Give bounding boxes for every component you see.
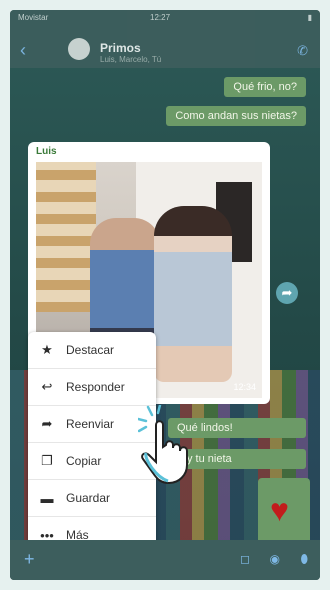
menu-item-destacar[interactable]: ★ Destacar xyxy=(28,332,156,369)
message-bubble[interactable]: Como andan sus nietas? xyxy=(166,106,306,126)
heart-icon: ♥ xyxy=(270,492,289,528)
star-icon: ★ xyxy=(41,342,53,357)
menu-item-label: Copiar xyxy=(66,454,102,468)
tap-hand-icon xyxy=(138,405,188,485)
copy-icon: ❐ xyxy=(41,453,53,468)
context-menu: ★ Destacar ↩ Responder ➦ Reenviar ❐ Copi… xyxy=(28,332,156,554)
compose-bar: + ◻ ◉ ⬮ xyxy=(10,540,320,580)
clock: 12:27 xyxy=(150,13,171,22)
photo-person xyxy=(154,206,232,382)
forward-shortcut-icon[interactable]: ➦ xyxy=(276,282,298,304)
add-call-icon[interactable]: ✆ xyxy=(297,43,308,59)
menu-item-label: Destacar xyxy=(66,343,115,357)
sticker-icon[interactable]: ◻ xyxy=(240,552,250,566)
chat-subtitle: Luis, Marcelo, Tú xyxy=(100,55,162,64)
forward-icon: ➦ xyxy=(41,416,53,431)
menu-item-guardar[interactable]: ▬ Guardar xyxy=(28,480,156,517)
chat-header: Movistar 12:27 ▮ ‹ Primos Luis, Marcelo,… xyxy=(10,10,320,68)
menu-item-label: Guardar xyxy=(66,491,111,505)
message-bubble[interactable]: Qué frio, no? xyxy=(224,77,306,97)
microphone-icon[interactable]: ⬮ xyxy=(300,552,308,567)
photo-shelf xyxy=(36,162,96,312)
heart-message[interactable]: ♥ xyxy=(258,478,310,544)
menu-item-responder[interactable]: ↩ Responder xyxy=(28,369,156,406)
menu-item-reenviar[interactable]: ➦ Reenviar xyxy=(28,406,156,443)
add-attachment-icon[interactable]: + xyxy=(24,549,35,570)
camera-icon[interactable]: ◉ xyxy=(270,552,280,566)
folder-icon: ▬ xyxy=(40,490,54,506)
back-icon[interactable]: ‹ xyxy=(20,40,26,61)
menu-item-copiar[interactable]: ❐ Copiar xyxy=(28,443,156,480)
reply-icon: ↩ xyxy=(41,379,53,394)
sender-name: Luis xyxy=(36,146,57,157)
battery-icon: ▮ xyxy=(307,13,312,22)
phone-screen: Movistar 12:27 ▮ ‹ Primos Luis, Marcelo,… xyxy=(10,10,320,580)
carrier-label: Movistar xyxy=(18,13,49,22)
menu-item-label: Responder xyxy=(66,380,125,394)
menu-item-label: Reenviar xyxy=(66,417,115,431)
message-time: 12:34 xyxy=(233,382,256,392)
chat-title[interactable]: Primos xyxy=(100,41,141,55)
avatar[interactable] xyxy=(68,38,90,60)
